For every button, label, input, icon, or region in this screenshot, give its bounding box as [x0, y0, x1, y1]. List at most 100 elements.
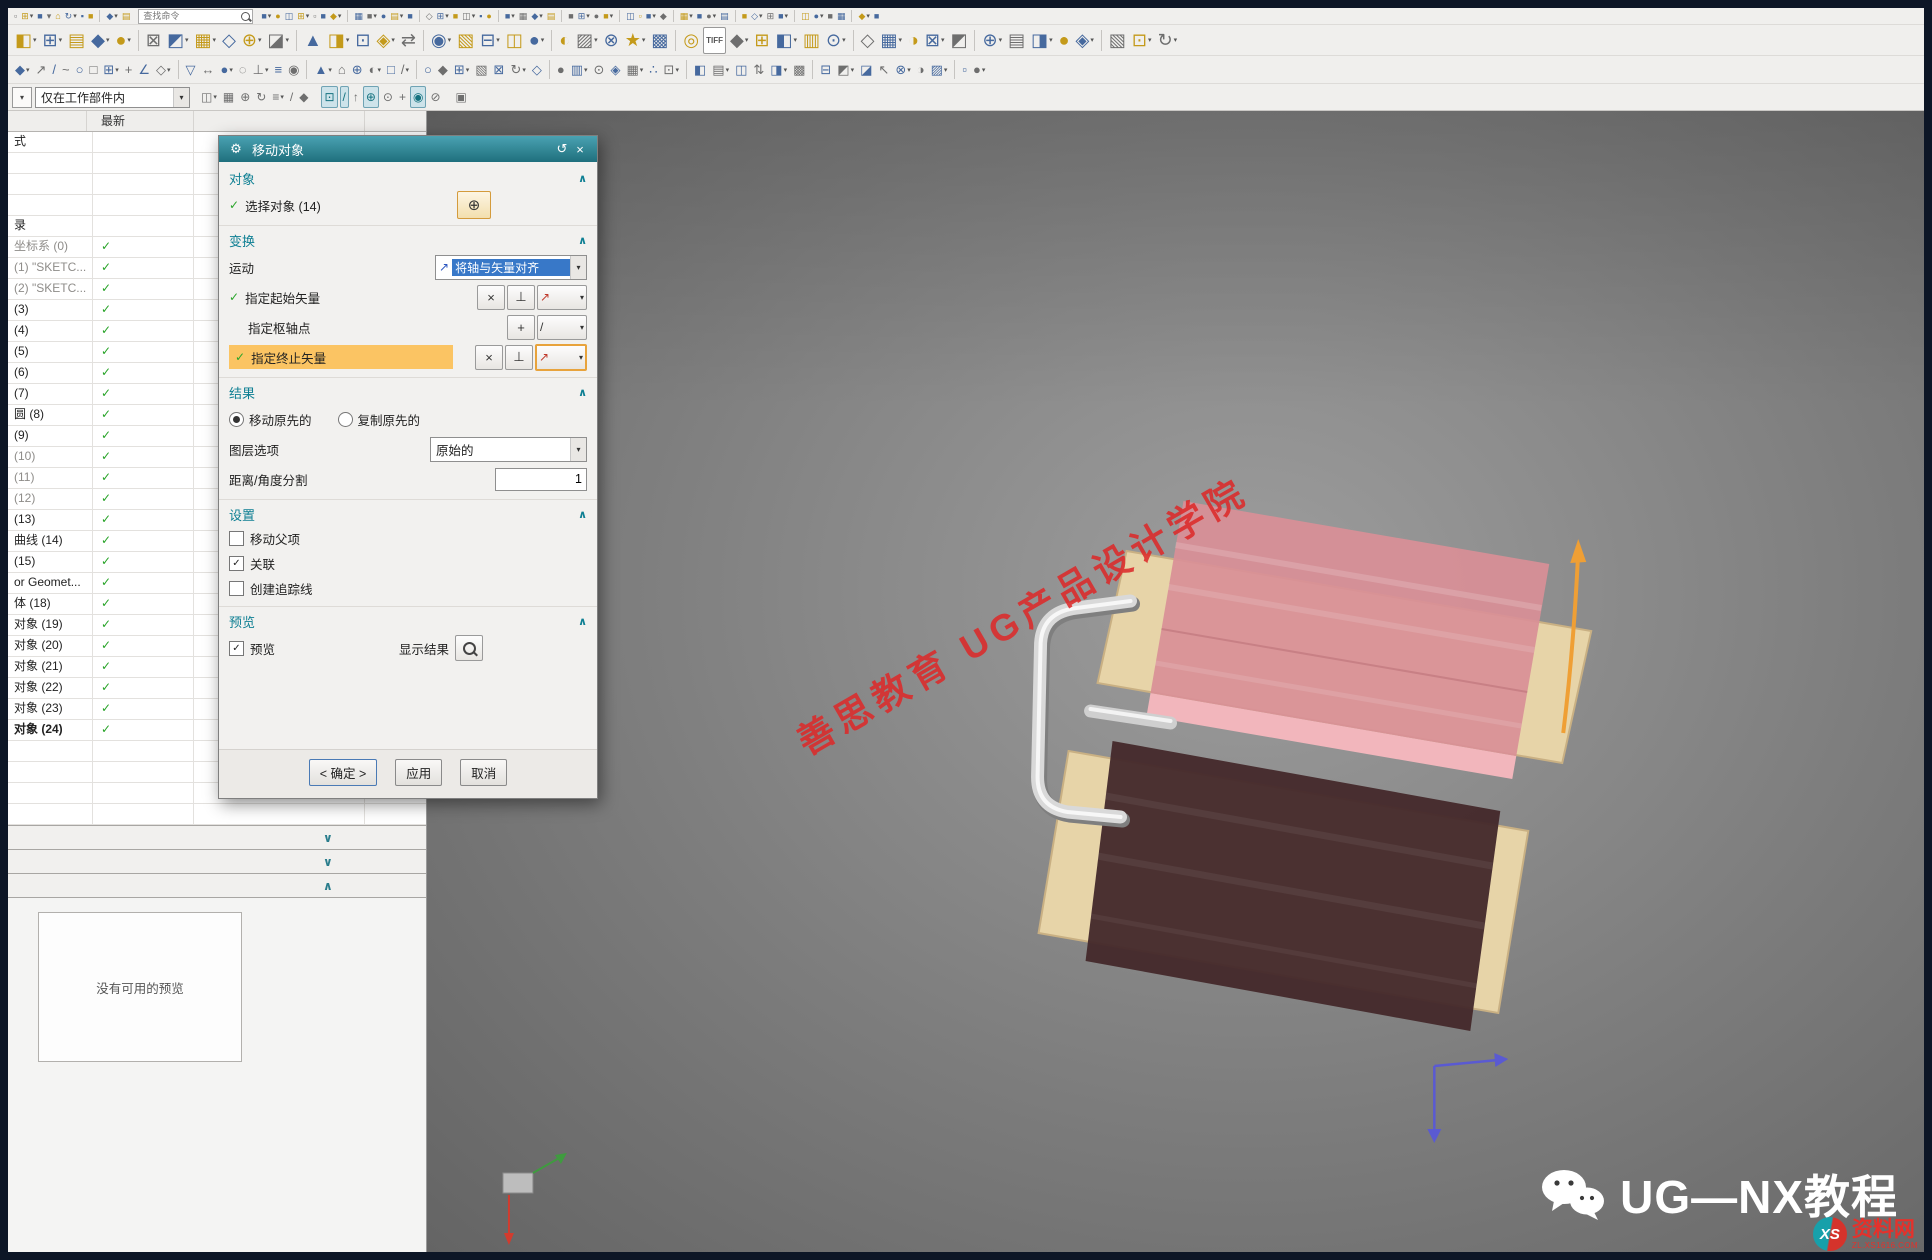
layer-option-dropdown[interactable]: 原始的 ▾	[430, 437, 587, 462]
point-type-dropdown[interactable]: / ▾	[537, 315, 587, 340]
toolbar-icon[interactable]: ◫	[733, 60, 749, 80]
toolbar-icon[interactable]: ⊘	[428, 87, 442, 107]
vector-type-dropdown[interactable]: ↗ ▾	[537, 285, 587, 310]
toolbar-icon[interactable]: /	[340, 86, 349, 108]
graphics-viewport[interactable]: 善思教育 UG产品设计学院 UG—NX教程 XS 资料网	[427, 111, 1924, 1255]
move-parent-checkbox[interactable]	[229, 531, 244, 546]
toolbar-icon[interactable]: ◇▾	[750, 10, 763, 23]
toolbar-icon[interactable]: ▫	[638, 10, 643, 23]
toolbar-icon[interactable]: ~	[60, 60, 72, 80]
tree-row[interactable]	[8, 804, 426, 825]
toolbar-icon[interactable]: ●	[593, 10, 600, 23]
toolbar-icon[interactable]: ⌂	[336, 60, 348, 80]
ok-button[interactable]: < 确定 >	[309, 759, 378, 786]
toolbar-icon[interactable]: ↖	[876, 60, 891, 80]
toolbar-icon[interactable]: ◑	[915, 60, 927, 80]
cancel-button[interactable]: 取消	[460, 759, 507, 786]
toolbar-icon[interactable]: ◆	[436, 60, 450, 80]
toolbar-icon[interactable]: ⊞▾	[577, 10, 591, 23]
toolbar-icon[interactable]: ■	[87, 10, 94, 23]
toolbar-icon[interactable]: ◆▾	[89, 28, 111, 53]
toolbar-icon[interactable]: ⊙	[592, 60, 607, 80]
toolbar-icon[interactable]: ◪	[858, 60, 874, 80]
toolbar-icon[interactable]: +	[123, 60, 135, 80]
toolbar-icon[interactable]: TIFF	[703, 27, 726, 54]
toolbar-icon[interactable]: ⊡	[321, 86, 337, 108]
toolbar-icon[interactable]: ●▾	[971, 60, 987, 80]
toolbar-icon[interactable]: ▽	[184, 60, 198, 80]
toolbar-icon[interactable]: ⊞	[766, 10, 776, 23]
toolbar-icon[interactable]: ⊠	[492, 60, 507, 80]
toolbar-icon[interactable]: ○	[422, 60, 434, 80]
toolbar-icon[interactable]: ◫	[284, 10, 295, 23]
toolbar-icon[interactable]: ⊟	[818, 60, 833, 80]
trace-line-checkbox[interactable]	[229, 581, 244, 596]
toolbar-icon[interactable]: ●▾	[705, 10, 717, 23]
toolbar-icon[interactable]: ↔	[200, 60, 217, 80]
toolbar-icon[interactable]: ⊞▾	[101, 60, 120, 80]
toolbar-icon[interactable]: ↻▾	[1156, 28, 1180, 53]
toolbar-icon[interactable]: ◈▾	[1074, 28, 1096, 53]
toolbar-icon[interactable]: ◎	[681, 28, 701, 53]
toolbar-icon[interactable]: ▦	[518, 10, 529, 23]
chevron-up-icon[interactable]: ∧	[323, 879, 333, 893]
toolbar-icon[interactable]: /	[50, 60, 58, 80]
toolbar-icon[interactable]: ◈	[608, 60, 622, 80]
toolbar-icon[interactable]: ◆▾	[13, 60, 32, 80]
toolbar-icon[interactable]: ◈▾	[375, 28, 397, 53]
toolbar-icon[interactable]: ⇄	[399, 28, 418, 53]
show-result-button[interactable]	[455, 635, 483, 661]
toolbar-icon[interactable]: ◑	[906, 28, 921, 53]
toolbar-icon[interactable]: ⊗	[602, 28, 621, 53]
toolbar-icon[interactable]: ▦	[221, 87, 236, 107]
toolbar-icon[interactable]: ■	[741, 10, 748, 23]
toolbar-icon[interactable]: ▲▾	[312, 60, 333, 80]
toolbar-icon[interactable]: ▤	[1006, 28, 1027, 53]
toolbar-icon[interactable]: ●	[274, 10, 281, 23]
end-vector-highlight[interactable]: ✓ 指定终止矢量	[229, 345, 453, 369]
toolbar-icon[interactable]: ★▾	[623, 28, 648, 53]
toolbar-icon[interactable]: ∴	[647, 60, 659, 80]
divide-input[interactable]	[495, 468, 587, 491]
toolbar-icon[interactable]: ◇▾	[154, 60, 173, 80]
toolbar-icon[interactable]: ◩▾	[165, 28, 191, 53]
toolbar-icon[interactable]: ⊕	[238, 87, 252, 107]
chevron-down-icon[interactable]: ∨	[323, 831, 333, 845]
chevron-up-icon[interactable]: ∧	[578, 615, 587, 628]
toolbar-icon[interactable]: ▦▾	[624, 60, 645, 80]
toolbar-icon[interactable]: ⊞▾	[436, 10, 450, 23]
toolbar-icon[interactable]: ▫	[13, 10, 18, 23]
toolbar-icon[interactable]: ▪	[80, 10, 85, 23]
toolbar-icon[interactable]: ◆▾	[105, 10, 118, 23]
toolbar-icon[interactable]: ⊟▾	[478, 28, 502, 53]
toolbar-icon[interactable]: ▧	[455, 28, 476, 53]
vector-type-dropdown-active[interactable]: ↗ ▾	[535, 344, 587, 371]
toolbar-icon[interactable]: ▨▾	[574, 28, 600, 53]
toolbar-icon[interactable]: ■▾	[260, 10, 272, 23]
toolbar-icon[interactable]: ▤	[121, 10, 132, 23]
toolbar-icon[interactable]: ●▾	[527, 28, 546, 53]
toolbar-icon[interactable]: ▩	[649, 28, 670, 53]
toolbar-icon[interactable]: ⊡▾	[662, 60, 681, 80]
toolbar-icon[interactable]: ▾	[46, 10, 53, 23]
toolbar-icon[interactable]: ◧	[692, 60, 708, 80]
toolbar-icon[interactable]: ⊕▾	[240, 28, 264, 53]
toolbar-icon[interactable]: ◉▾	[429, 28, 453, 53]
section-settings-header[interactable]: 设置 ∧	[219, 502, 597, 526]
toolbar-icon[interactable]: ▫	[312, 10, 317, 23]
vector-dialog-button[interactable]: ×	[477, 285, 505, 310]
toolbar-icon[interactable]: ■▾	[645, 10, 657, 23]
toolbar-icon[interactable]: ◆	[297, 87, 310, 107]
toolbar-icon[interactable]: ◌	[237, 60, 249, 80]
toolbar-icon[interactable]: ⊡▾	[1130, 28, 1154, 53]
toolbar-icon[interactable]: ⌂	[54, 10, 61, 23]
motion-dropdown[interactable]: ↗ 将轴与矢量对齐 ▾	[435, 255, 587, 280]
toolbar-icon[interactable]: ◆	[659, 10, 668, 23]
toolbar-icon[interactable]: ■▾	[504, 10, 516, 23]
toolbar-icon[interactable]: ⊥▾	[251, 60, 271, 80]
toolbar-icon[interactable]: ■	[406, 10, 413, 23]
toolbar-icon[interactable]: ≡▾	[270, 87, 286, 107]
toolbar-icon[interactable]: ■▾	[366, 10, 378, 23]
toolbar-icon[interactable]: ◧▾	[13, 28, 39, 53]
toolbar-icon[interactable]: ◐▾	[367, 60, 383, 80]
